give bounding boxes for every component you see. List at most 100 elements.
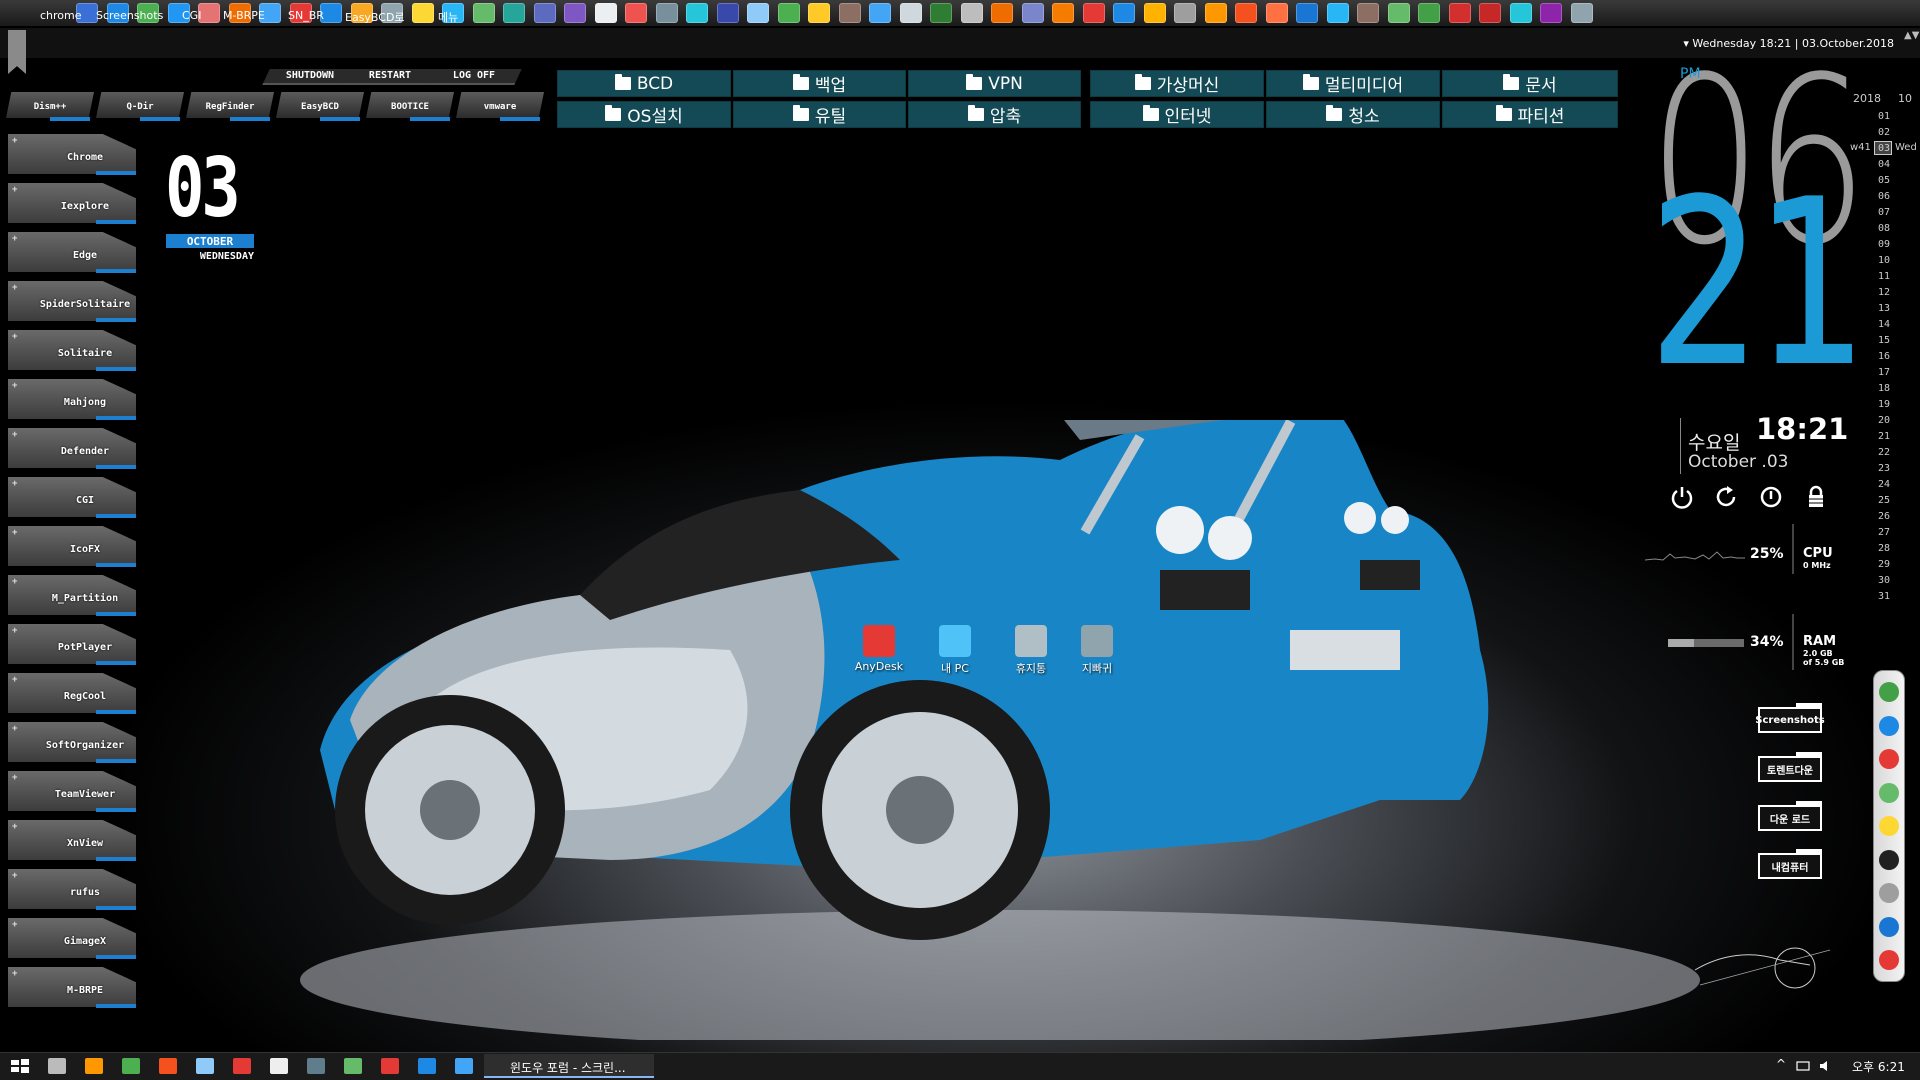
menu-item-chrome[interactable]: chrome	[40, 9, 82, 22]
diamond-icon[interactable]	[1879, 883, 1899, 903]
launcher-app-icon[interactable]	[777, 3, 800, 23]
x-app-icon[interactable]	[1879, 849, 1899, 870]
subtab-easybcd[interactable]: EasyBCD	[276, 102, 364, 112]
restart-icon[interactable]	[1712, 483, 1740, 511]
folder-button-row2-5[interactable]: 파티션	[1442, 101, 1618, 128]
app-icon[interactable]	[85, 1058, 103, 1074]
launcher-app-icon[interactable]	[1296, 3, 1318, 23]
launcher-app-icon[interactable]	[1143, 3, 1166, 23]
launcher-app-icon[interactable]	[594, 3, 617, 23]
app-icon[interactable]	[381, 1058, 399, 1074]
lock-icon[interactable]	[1802, 483, 1830, 511]
launcher-app-icon[interactable]	[564, 3, 586, 23]
chrome-icon[interactable]	[1879, 682, 1899, 702]
launcher-app-icon[interactable]	[1326, 3, 1349, 23]
folder-button-row1-3[interactable]: 가상머신	[1090, 70, 1264, 97]
launcher-app-icon[interactable]	[716, 3, 739, 23]
launcher-app-icon[interactable]	[503, 3, 525, 23]
network-icon[interactable]	[1796, 1059, 1810, 1073]
menu-item-screenshots[interactable]: Screenshots	[96, 9, 163, 22]
launcher-app-icon[interactable]	[991, 3, 1013, 23]
desktop-icon-thrush[interactable]: 지빠귀	[1062, 625, 1132, 676]
my-computer-button[interactable]: 내컴퓨터	[1758, 849, 1822, 879]
launcher-app-icon[interactable]	[1265, 3, 1288, 23]
launcher-app-icon[interactable]	[1235, 3, 1257, 23]
start-icon[interactable]	[10, 1058, 30, 1074]
menu-item-menu[interactable]: 메뉴	[438, 9, 458, 25]
subtab-qdir[interactable]: Q-Dir	[96, 102, 184, 112]
launcher-app-icon[interactable]	[1082, 3, 1105, 23]
subtab-vmware[interactable]: vmware	[456, 102, 544, 112]
drive-icon[interactable]	[1879, 816, 1899, 836]
app-icon[interactable]	[307, 1058, 325, 1074]
power-icon[interactable]	[1668, 483, 1696, 511]
menu-item-cgi[interactable]: CGI	[182, 9, 201, 22]
edge-icon[interactable]	[418, 1058, 436, 1074]
launcher-app-icon[interactable]	[655, 3, 678, 23]
launcher-app-icon[interactable]	[686, 3, 708, 23]
launcher-app-icon[interactable]	[808, 3, 830, 23]
folder-button-row2-1[interactable]: 유틸	[733, 101, 906, 128]
launcher-app-icon[interactable]	[1570, 3, 1593, 23]
folder-button-row1-4[interactable]: 멀티미디어	[1266, 70, 1440, 97]
desktop-icon-this-pc[interactable]: 내 PC	[920, 625, 990, 676]
download-button[interactable]: 다운 로드	[1758, 801, 1822, 831]
launcher-app-icon[interactable]	[930, 3, 952, 23]
restart-button[interactable]: RESTART	[346, 70, 434, 81]
ie-icon[interactable]	[455, 1058, 473, 1074]
task-view-icon[interactable]	[48, 1058, 66, 1074]
desktop-icon-anydesk[interactable]: AnyDesk	[844, 625, 914, 673]
launcher-app-icon[interactable]	[1387, 3, 1410, 23]
torrent-download-button[interactable]: 토렌트다운	[1758, 752, 1822, 782]
app-icon[interactable]	[196, 1058, 214, 1074]
folder-button-row1-0[interactable]: BCD	[557, 70, 731, 97]
settings-icon[interactable]	[270, 1058, 288, 1074]
folder-button-row1-5[interactable]: 문서	[1442, 70, 1618, 97]
launcher-app-icon[interactable]	[899, 3, 922, 23]
record-icon[interactable]	[1879, 950, 1899, 970]
app-icon[interactable]	[122, 1058, 140, 1074]
launcher-app-icon[interactable]	[1540, 3, 1562, 23]
tray-overflow-icon[interactable]: ^	[1776, 1057, 1786, 1071]
launcher-app-icon[interactable]	[533, 3, 556, 23]
launcher-app-icon[interactable]	[747, 3, 769, 23]
launcher-app-icon[interactable]	[1021, 3, 1044, 23]
edge-icon[interactable]	[1879, 916, 1899, 937]
folder-button-row2-3[interactable]: 인터넷	[1090, 101, 1264, 128]
app-icon[interactable]	[1879, 749, 1899, 769]
app-icon[interactable]	[233, 1058, 251, 1074]
launcher-app-icon[interactable]	[625, 3, 647, 23]
launcher-app-icon[interactable]	[1448, 3, 1471, 23]
taskbar-clock[interactable]: 오후 6:21	[1852, 1058, 1905, 1075]
launcher-app-icon[interactable]	[1052, 3, 1074, 23]
menu-item-easybcd[interactable]: EasyBCD로	[345, 9, 405, 25]
launcher-app-icon[interactable]	[869, 3, 891, 23]
clover-icon[interactable]	[1879, 782, 1899, 803]
folder-button-row1-1[interactable]: 백업	[733, 70, 906, 97]
launcher-app-icon[interactable]	[1174, 3, 1196, 23]
launcher-app-icon[interactable]	[472, 3, 495, 23]
subtab-regfinder[interactable]: RegFinder	[186, 102, 274, 112]
launcher-app-icon[interactable]	[1509, 3, 1532, 23]
menu-item-snbr[interactable]: SN_BR	[288, 9, 324, 22]
subtab-bootice[interactable]: BOOTICE	[366, 102, 454, 112]
launcher-app-icon[interactable]	[411, 3, 434, 23]
launcher-app-icon[interactable]	[1113, 3, 1135, 23]
home-icon[interactable]	[8, 30, 26, 74]
folder-button-row2-2[interactable]: 압축	[908, 101, 1081, 128]
volume-icon[interactable]	[1818, 1059, 1832, 1073]
screenshots-button[interactable]: Screenshots	[1755, 703, 1825, 733]
menu-scroll-arrows[interactable]: ▲▼	[1904, 30, 1919, 56]
folder-button-row2-0[interactable]: OS설치	[557, 101, 731, 128]
desktop-icon-recycle-bin[interactable]: 휴지통	[996, 625, 1066, 676]
ie-icon[interactable]	[1879, 715, 1899, 736]
logoff-icon[interactable]	[1757, 483, 1785, 511]
folder-button-row1-2[interactable]: VPN	[908, 70, 1081, 97]
folder-button-row2-4[interactable]: 청소	[1266, 101, 1440, 128]
launcher-app-icon[interactable]	[838, 3, 861, 23]
menu-item-mbrpe[interactable]: M-BRPE	[223, 9, 265, 22]
clover-icon[interactable]	[344, 1058, 362, 1074]
shutdown-button[interactable]: SHUTDOWN	[266, 70, 354, 81]
launcher-app-icon[interactable]	[1418, 3, 1440, 23]
launcher-app-icon[interactable]	[1357, 3, 1379, 23]
